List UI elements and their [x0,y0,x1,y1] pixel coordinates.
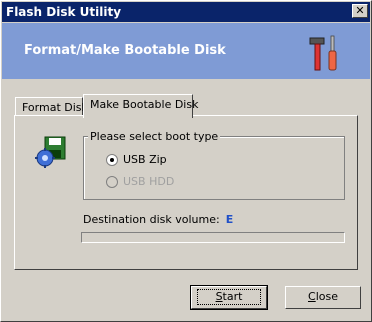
close-button-mnemonic: C [308,290,316,303]
close-icon: ✕ [355,4,365,17]
format-progress-bar [81,232,345,243]
radio-usb-hdd-label: USB HDD [123,175,175,188]
close-button-text: lose [315,290,338,303]
tab-make-bootable-disk-label: Make Bootable Disk [90,98,199,111]
radio-usb-zip-label: USB Zip [123,153,167,166]
start-button-mnemonic: S [215,290,223,303]
start-button[interactable]: Start [190,285,268,310]
close-button-label: Close [308,290,338,303]
app-window: Flash Disk Utility ✕ Format/Make Bootabl… [0,0,372,322]
tab-make-bootable-disk[interactable]: Make Bootable Disk [83,94,198,118]
title-bar[interactable]: Flash Disk Utility ✕ [2,2,370,22]
radio-usb-zip[interactable]: USB Zip [106,153,167,167]
disk-settings-icon [35,136,66,168]
tab-format-disk-label: Format Disk [22,101,88,114]
tab-format-disk[interactable]: Format Disk [15,97,88,117]
boot-type-group: Please select boot type USB Zip USB HDD [83,130,345,200]
destination-volume-label: Destination disk volume: [83,213,220,226]
radio-usb-zip-indicator[interactable] [106,154,118,166]
make-bootable-panel: Please select boot type USB Zip USB HDD … [14,115,358,270]
banner-heading: Format/Make Bootable Disk [24,43,226,58]
close-button[interactable]: Close [285,286,361,309]
header-banner: Format/Make Bootable Disk [2,23,370,79]
boot-type-group-label: Please select boot type [88,130,221,143]
tools-icon [309,35,337,71]
radio-usb-hdd-indicator [106,176,118,188]
destination-volume-value: E [225,213,234,226]
window-close-button[interactable]: ✕ [352,4,368,18]
destination-volume-row: Destination disk volume: E [83,213,233,226]
window-title: Flash Disk Utility [6,5,122,19]
start-button-text: tart [222,290,243,303]
start-button-label: Start [196,289,262,305]
radio-usb-hdd: USB HDD [106,175,174,189]
